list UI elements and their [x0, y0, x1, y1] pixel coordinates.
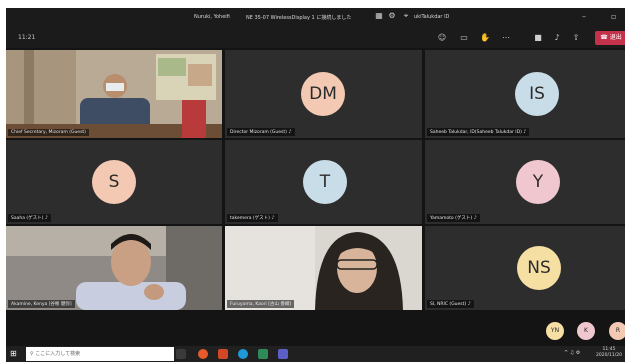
participant-name: Akamine, Kenya [谷根 健弥] [8, 300, 75, 308]
pin-icon[interactable]: ⌖ [400, 10, 412, 22]
microphone-icon[interactable]: ♪ [551, 32, 563, 44]
participant-tile[interactable]: IS Saheeb Talukdar, ID(Saheeb Talukdar I… [425, 50, 625, 138]
meeting-window: Nuruki, Yoheifi NE 35-07 WirelessDisplay… [0, 0, 625, 362]
participant-name: Director Mizoram (Guest) ♪ [227, 128, 295, 136]
camera-icon[interactable]: ■ [532, 32, 544, 44]
mic-off-icon: ♪ [288, 129, 292, 135]
overflow-participants: YN K R [6, 314, 625, 346]
grid-icon[interactable]: ▦ [373, 10, 385, 22]
search-placeholder: ここに入力して検索 [35, 351, 81, 357]
title-bar: Nuruki, Yoheifi NE 35-07 WirelessDisplay… [6, 8, 625, 28]
clock-time: 11:45 [602, 347, 616, 352]
participant-tile[interactable]: S Saaha (ゲスト) ♪ [6, 140, 222, 224]
user-name: ukiTalukdar ID [414, 14, 450, 20]
more-options-icon[interactable]: ⋯ [500, 32, 512, 44]
video-tile[interactable]: Chief Secretary, Mizoram (Guest) [6, 50, 222, 138]
avatar[interactable]: YN [546, 322, 564, 340]
video-feed-furuyama [225, 226, 422, 310]
participant-name: Chief Secretary, Mizoram (Guest) [8, 129, 89, 136]
clock[interactable]: 11:45 2020/11/20 [596, 347, 622, 359]
participant-name: SI, NRIC (Guest) ♪ [427, 300, 474, 308]
mic-off-icon: ♪ [467, 301, 471, 307]
leave-label: 退出 [609, 34, 622, 41]
restore-icon[interactable]: ▫ [611, 12, 616, 21]
video-tile[interactable]: Furuyama, Kaori [古山 香織] [225, 226, 422, 310]
video-feed-akamine [6, 226, 222, 310]
leave-button[interactable]: ☎ 退出 [595, 31, 625, 45]
meeting-toolbar: 11:21 ☺ ▭ ✋ ⋯ ■ ♪ ⇧ ☎ 退出 [6, 28, 625, 48]
participant-tile[interactable]: NS SI, NRIC (Guest) ♪ [425, 226, 625, 310]
participant-tile[interactable]: T takemera (ゲスト) ♪ [225, 140, 422, 224]
mic-off-icon: ♪ [523, 129, 527, 135]
avatar: Y [516, 160, 560, 204]
participant-tile[interactable]: DM Director Mizoram (Guest) ♪ [225, 50, 422, 138]
excel-icon[interactable] [258, 349, 268, 359]
avatar: S [92, 160, 136, 204]
windows-start-icon[interactable]: ⊞ [10, 349, 20, 359]
chat-icon[interactable]: ▭ [458, 32, 470, 44]
minimize-icon[interactable]: – [582, 12, 586, 21]
participant-name: takemera (ゲスト) ♪ [227, 214, 278, 222]
mic-off-icon: ♪ [473, 215, 477, 221]
participants-icon[interactable]: ☺ [436, 32, 448, 44]
firefox-icon[interactable] [198, 349, 208, 359]
edge-icon[interactable] [238, 349, 248, 359]
avatar[interactable]: K [577, 322, 595, 340]
clock-date: 2020/11/20 [596, 353, 622, 358]
meeting-timer: 11:21 [18, 34, 36, 41]
avatar: IS [515, 72, 559, 116]
avatar: DM [301, 72, 345, 116]
windows-taskbar: ⊞ ⚲ ここに入力して検索 ^ ♫ ⚙ 11:45 2020/11/20 [6, 346, 625, 362]
tray-icons[interactable]: ^ ♫ ⚙ [564, 350, 580, 356]
avatar: T [303, 160, 347, 204]
gear-icon[interactable]: ⚙ [386, 10, 398, 22]
teams-icon[interactable] [278, 349, 288, 359]
avatar[interactable]: R [609, 322, 625, 340]
video-feed-chief-secretary [6, 50, 222, 138]
task-view-icon[interactable] [176, 349, 186, 359]
participant-grid: Chief Secretary, Mizoram (Guest) DM Dire… [6, 48, 625, 314]
participant-name: Yamamoto (ゲスト) ♪ [427, 214, 480, 222]
search-icon: ⚲ [30, 351, 34, 357]
taskbar-search[interactable]: ⚲ ここに入力して検索 [26, 347, 174, 361]
participant-name: Furuyama, Kaori [古山 香織] [227, 300, 295, 308]
participant-name: Saheeb Talukdar, ID(Saheeb Talukdar ID) … [427, 128, 530, 136]
office-icon[interactable] [218, 349, 228, 359]
display-status: NE 35-07 WirelessDisplay 1 に接続しました [246, 15, 352, 21]
video-tile[interactable]: Akamine, Kenya [谷根 健弥] [6, 226, 222, 310]
mic-off-icon: ♪ [44, 215, 49, 221]
participant-name: Saaha (ゲスト) ♪ [8, 214, 52, 222]
avatar: NS [517, 246, 561, 290]
window-title: Nuruki, Yoheifi [194, 14, 230, 20]
share-screen-icon[interactable]: ⇧ [570, 32, 582, 44]
mic-off-icon: ♪ [271, 215, 275, 221]
phone-icon: ☎ [600, 34, 608, 41]
raise-hand-icon[interactable]: ✋ [479, 32, 491, 44]
participant-tile[interactable]: Y Yamamoto (ゲスト) ♪ [425, 140, 625, 224]
